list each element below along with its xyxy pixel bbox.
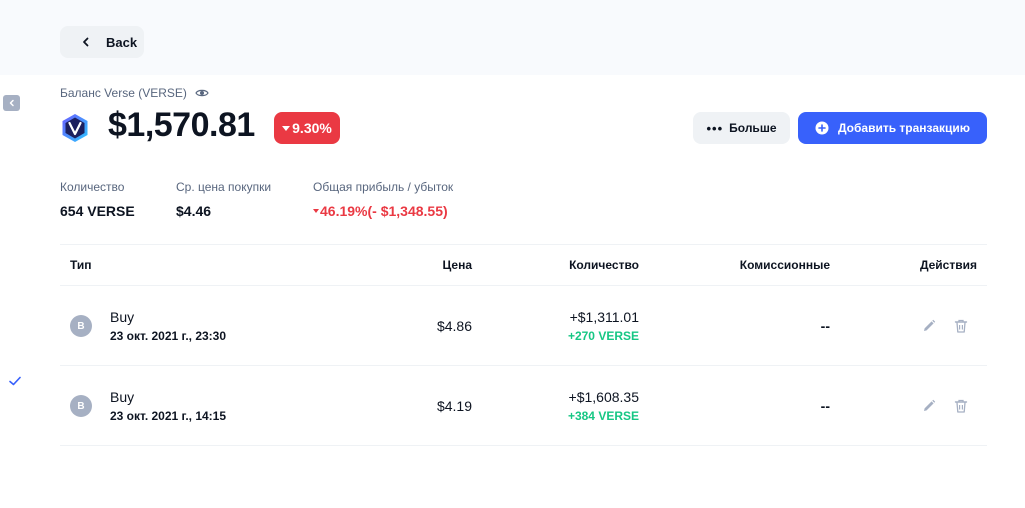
- divider: [60, 445, 987, 446]
- stat-avg-price-value: $4.46: [176, 203, 212, 219]
- chevron-left-icon: [80, 36, 92, 48]
- plus-circle-icon: [815, 121, 829, 135]
- stat-quantity-value: 654 VERSE: [60, 203, 135, 219]
- divider: [60, 244, 987, 245]
- add-transaction-label: Добавить транзакцию: [837, 121, 971, 135]
- more-label: Больше: [729, 121, 777, 135]
- avatar: B: [70, 315, 92, 337]
- stat-avg-price: Ср. цена покупки $4.46: [176, 180, 271, 219]
- caret-down-icon: [313, 209, 319, 213]
- column-header-quantity: Количество: [569, 258, 639, 272]
- trash-icon[interactable]: [953, 398, 969, 414]
- caret-down-icon: [282, 125, 291, 131]
- ellipsis-icon: •••: [706, 120, 724, 136]
- check-icon: [8, 374, 22, 388]
- row-price: $4.86: [436, 318, 472, 334]
- top-band: [0, 0, 1025, 75]
- avatar: B: [70, 395, 92, 417]
- row-price: $4.19: [436, 398, 472, 414]
- stat-pnl-text: 46.19%(- $1,348.55): [320, 203, 448, 219]
- column-header-price: Цена: [442, 258, 472, 272]
- column-header-fees: Комиссионные: [739, 258, 830, 272]
- change-badge: 9.30%: [274, 112, 340, 144]
- stat-pnl-label: Общая прибыль / убыток: [313, 180, 454, 194]
- column-header-actions: Действия: [919, 258, 977, 272]
- stat-quantity-label: Количество: [60, 180, 125, 194]
- back-button[interactable]: Back: [60, 26, 144, 58]
- table-row: B Buy 23 окт. 2021 г., 14:15 $4.19 +$1,6…: [60, 366, 987, 446]
- row-date: 23 окт. 2021 г., 23:30: [110, 329, 227, 343]
- chevron-left-icon: [8, 99, 16, 107]
- row-type: Buy: [110, 309, 135, 325]
- row-fee: --: [820, 318, 830, 334]
- balance-label: Баланс Verse (VERSE): [60, 86, 209, 100]
- row-date: 23 окт. 2021 г., 14:15: [110, 409, 227, 423]
- balance-value: $1,570.81: [108, 106, 255, 144]
- pencil-icon[interactable]: [921, 398, 937, 414]
- column-header-type: Тип: [70, 258, 92, 272]
- more-button[interactable]: ••• Больше: [693, 112, 790, 144]
- change-percent: 9.30%: [292, 120, 332, 136]
- pencil-icon[interactable]: [921, 318, 937, 334]
- row-quantity: +384 VERSE: [567, 409, 639, 423]
- eye-icon[interactable]: [195, 86, 209, 100]
- verse-logo-icon: [61, 113, 89, 143]
- balance-label-text: Баланс Verse (VERSE): [60, 86, 187, 100]
- trash-icon[interactable]: [953, 318, 969, 334]
- add-transaction-button[interactable]: Добавить транзакцию: [798, 112, 987, 144]
- row-amount: +$1,311.01: [569, 309, 639, 325]
- table-row: B Buy 23 окт. 2021 г., 23:30 $4.86 +$1,3…: [60, 286, 987, 366]
- row-quantity: +270 VERSE: [567, 329, 639, 343]
- row-type: Buy: [110, 389, 135, 405]
- row-fee: --: [820, 398, 830, 414]
- stat-avg-price-label: Ср. цена покупки: [176, 180, 272, 194]
- sidebar-collapse-button[interactable]: [3, 95, 20, 111]
- stat-pnl: Общая прибыль / убыток 46.19%(- $1,348.5…: [313, 180, 453, 219]
- stat-pnl-value: 46.19%(- $1,348.55): [313, 203, 453, 219]
- stat-quantity: Количество 654 VERSE: [60, 180, 135, 219]
- back-label: Back: [106, 34, 138, 50]
- row-amount: +$1,608.35: [568, 389, 639, 405]
